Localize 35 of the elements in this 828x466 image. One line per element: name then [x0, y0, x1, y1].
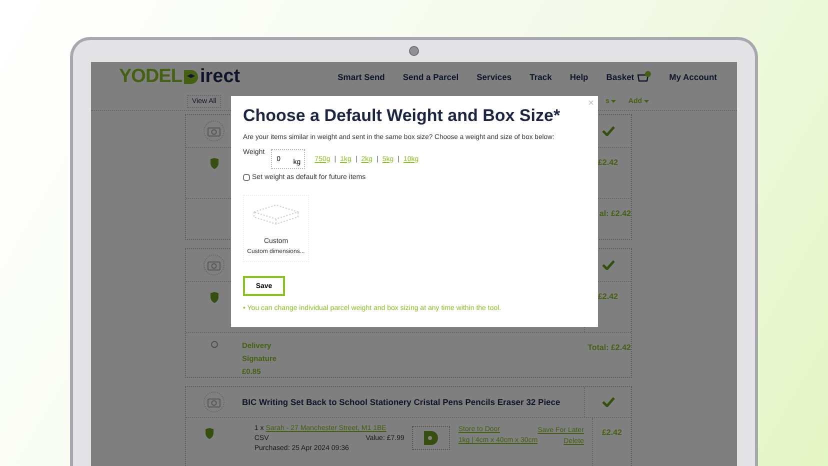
box-outline-icon	[252, 202, 300, 226]
price-text: £2.42	[598, 292, 618, 301]
nav-link[interactable]: Send a Parcel	[402, 72, 459, 82]
price-text: £2.42	[602, 428, 622, 437]
nav-link[interactable]: Services	[476, 72, 512, 82]
nav-link[interactable]: Track	[530, 72, 552, 82]
shield-icon	[210, 292, 218, 303]
shield-icon	[210, 158, 218, 169]
nav-link[interactable]: My Account	[669, 72, 717, 82]
logo-text: YODEL	[119, 66, 182, 88]
basket-icon	[637, 71, 652, 83]
close-button[interactable]: ×	[588, 98, 594, 109]
caret-icon	[644, 100, 649, 102]
caret-icon	[611, 100, 616, 102]
checkbox[interactable]	[243, 174, 250, 181]
total-text: Total: £2.42	[588, 342, 631, 352]
logo-icon	[182, 69, 199, 85]
camera-icon	[203, 120, 225, 142]
checkmark-icon	[602, 126, 614, 136]
price-text: £2.42	[598, 158, 618, 167]
nav-link[interactable]: Smart Send	[338, 72, 385, 82]
camera-lens-icon	[409, 46, 419, 56]
checkmark-icon	[602, 397, 614, 407]
camera-icon	[203, 391, 225, 413]
camera-icon	[203, 254, 225, 276]
checkmark-icon	[602, 260, 614, 270]
shield-icon	[204, 428, 214, 439]
delivery-logo-icon	[423, 430, 440, 446]
modal-title: Choose a Default Weight and Box Size*	[243, 106, 562, 126]
parcel-title: BIC Writing Set Back to School Stationery Cristal Pens Pencils Eraser 32 Piece	[242, 397, 560, 407]
total-text: al: £2.42	[599, 208, 631, 218]
logo-text: irect	[200, 66, 240, 88]
radio-button[interactable]	[210, 341, 218, 348]
nav-link[interactable]: Help	[570, 72, 588, 82]
basket-link[interactable]: Basket	[606, 71, 652, 83]
